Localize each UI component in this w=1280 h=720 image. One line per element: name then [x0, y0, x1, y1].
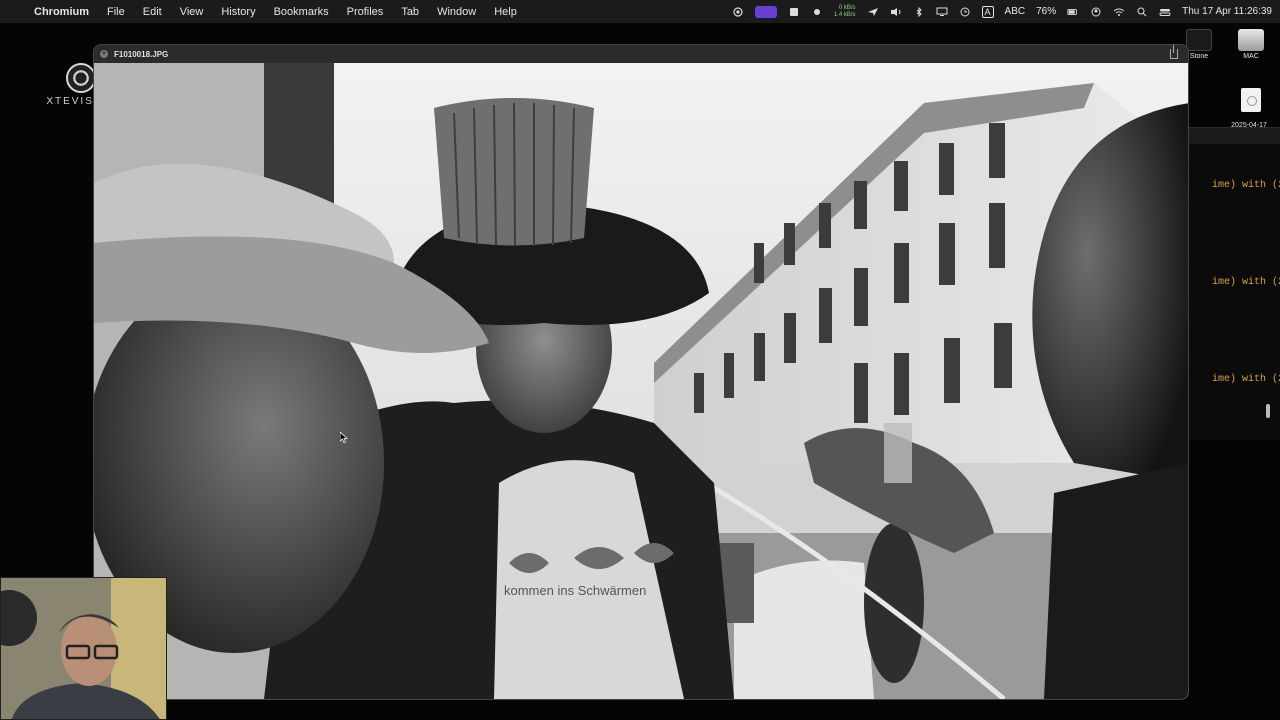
zoom-status-icon[interactable] — [754, 5, 777, 18]
menu-view[interactable]: View — [171, 6, 213, 18]
photo-image: kommen ins Schwärmen — [94, 63, 1188, 699]
network-up: 0 kB/s — [838, 4, 856, 11]
drive-icon — [1238, 29, 1264, 51]
screen-record-icon[interactable] — [732, 6, 744, 17]
terminal-window[interactable]: ime) with (250 ime) with (250 ime) with … — [1188, 127, 1280, 440]
menu-tab[interactable]: Tab — [392, 6, 428, 18]
terminal-line: ime) with (250 — [1212, 180, 1280, 191]
status-area: 0 kB/s 1.4 kB/s A ABC 76% Thu 17 Apr 11:… — [732, 0, 1272, 23]
input-source-label[interactable]: ABC — [1005, 6, 1026, 17]
menu-bookmarks[interactable]: Bookmarks — [265, 6, 338, 18]
webcam-overlay — [0, 577, 167, 720]
network-speed[interactable]: 0 kB/s 1.4 kB/s — [834, 5, 856, 19]
terminal-titlebar — [1188, 128, 1280, 144]
battery-icon[interactable] — [1067, 7, 1079, 17]
aperture-icon — [66, 63, 96, 93]
close-icon[interactable]: × — [100, 50, 108, 58]
time-machine-icon[interactable] — [959, 7, 971, 17]
menu-edit[interactable]: Edit — [134, 6, 171, 18]
desktop-icon-label: MAC — [1243, 53, 1259, 60]
terminal-line: ime) with (250 — [1212, 277, 1280, 288]
bluetooth-icon[interactable] — [913, 6, 925, 17]
record-dot-icon[interactable] — [811, 7, 823, 17]
menu-history[interactable]: History — [212, 6, 264, 18]
menu-file[interactable]: File — [98, 6, 134, 18]
terminal-scrollbar[interactable] — [1266, 404, 1270, 418]
send-icon[interactable] — [867, 7, 879, 17]
battery-percent[interactable]: 76% — [1036, 6, 1056, 17]
menu-profiles[interactable]: Profiles — [338, 6, 393, 18]
search-icon[interactable] — [1136, 7, 1148, 17]
webcam-image — [1, 578, 166, 719]
quicklook-filename: F1010018.JPG — [114, 49, 169, 59]
control-center-icon[interactable] — [1159, 7, 1171, 17]
terminal-line: ime) with (250 — [1212, 374, 1280, 385]
video-file-icon — [1241, 88, 1261, 112]
volume-icon[interactable] — [890, 7, 902, 17]
drive-icon — [1186, 29, 1212, 51]
desktop-icon-mac[interactable]: MAC — [1221, 29, 1280, 61]
menu-window[interactable]: Window — [428, 6, 485, 18]
quicklook-window: × F1010018.JPG kommen ins Schwärmen — [93, 44, 1189, 700]
network-down: 1.4 kB/s — [833, 11, 856, 18]
quicklook-titlebar: × F1010018.JPG — [94, 45, 1188, 63]
mouse-cursor-icon — [340, 432, 348, 443]
photo-preview[interactable]: kommen ins Schwärmen — [94, 63, 1188, 699]
shirt-text: kommen ins Schwärmen — [504, 583, 646, 598]
menu-help[interactable]: Help — [485, 6, 526, 18]
desktop-icon-label: Stone — [1189, 53, 1209, 60]
menu-app-name[interactable]: Chromium — [32, 6, 98, 18]
user-icon[interactable] — [1090, 7, 1102, 17]
wifi-icon[interactable] — [1113, 7, 1125, 17]
menu-bar: Chromium File Edit View History Bookmark… — [0, 0, 1280, 23]
share-icon[interactable] — [1170, 45, 1178, 59]
input-source-badge[interactable]: A — [981, 5, 994, 18]
display-icon[interactable] — [936, 7, 948, 17]
clock[interactable]: Thu 17 Apr 11:26:39 — [1182, 6, 1272, 17]
calendar-icon[interactable] — [788, 7, 800, 17]
